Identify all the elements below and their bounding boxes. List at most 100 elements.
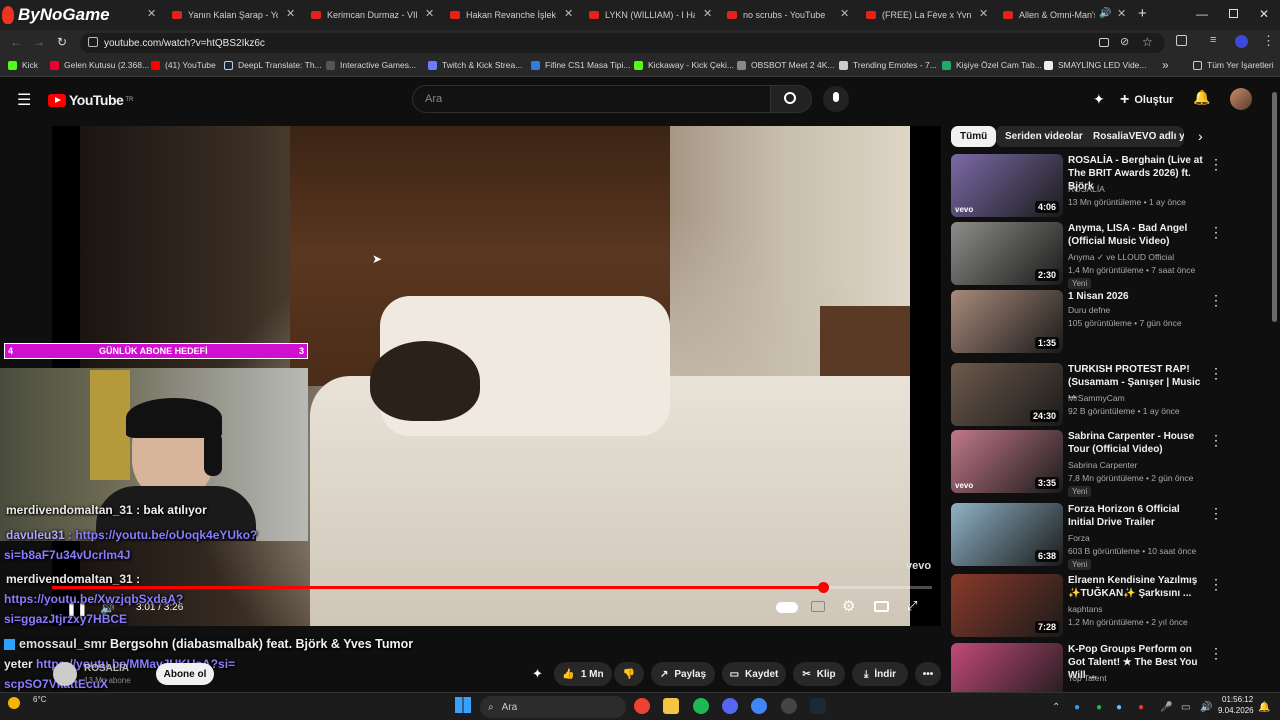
clock-date[interactable]: 9.04.2026 [1218,706,1254,715]
network-icon[interactable]: ▭ [1181,702,1190,713]
video-thumbnail[interactable]: 1:35 [951,290,1063,353]
tab-7[interactable]: Allen & Omni-Man's [1003,4,1095,26]
search-input[interactable]: Ara [412,85,770,113]
clock-time[interactable]: 01:56:12 [1222,695,1253,704]
bookmark-item[interactable]: Kick [8,60,38,70]
chrome-profile-icon[interactable] [751,698,767,714]
channel-name[interactable]: kaphtans [1068,604,1103,614]
tab-close-icon[interactable]: ✕ [286,8,295,20]
download-button[interactable]: ⤓ İndir [852,662,908,686]
back-icon[interactable]: ← [10,35,22,49]
save-button[interactable]: ▭ Kaydet [722,662,786,686]
address-bar[interactable]: youtube.com/watch?v=htQBS2Ikz6c ⊘ ☆ [80,33,1165,53]
bookmark-item[interactable]: Kişiye Özel Cam Tab... [942,60,1042,70]
notifications-icon[interactable]: 🔔 [1258,702,1270,713]
fullscreen-icon[interactable]: ⤢ [907,598,917,614]
recommended-video[interactable]: 24:30 TURKISH PROTEST RAP! (Susamam - Şan… [951,363,1256,427]
recommended-video[interactable]: 6:38 Forza Horizon 6 Official Initial Dri… [951,503,1256,570]
tab-close-icon[interactable]: ✕ [979,8,988,20]
file-explorer-icon[interactable] [663,698,679,714]
premium-join-icon[interactable]: ✦ [532,666,543,682]
bookmark-item[interactable]: Kickaway - Kick Çeki... [634,60,734,70]
new-tab-button[interactable]: + [1138,5,1147,22]
site-info-icon[interactable] [88,37,98,47]
weather-icon[interactable] [8,697,20,709]
tab-close-icon[interactable]: ✕ [840,8,849,20]
volume-tray-icon[interactable]: 🔊 [1200,702,1212,713]
tab-close-icon[interactable]: ✕ [147,8,156,20]
video-thumbnail[interactable]: vevo 4:06 [951,154,1063,217]
channel-name[interactable]: ROSALÍA [84,663,129,674]
premium-icon[interactable]: ✦ [1093,91,1105,108]
tray-app-icon[interactable]: ● [1074,702,1080,713]
more-options-icon[interactable]: ⋮ [1209,156,1223,173]
recommended-video[interactable]: vevo 4:06 ROSALÍA - Berghain (Live at The … [951,154,1256,218]
video-thumbnail[interactable]: 6:38 [951,503,1063,566]
bookmark-item[interactable]: Fifine CS1 Masa Tipi... [531,60,631,70]
tab-close-icon[interactable]: ✕ [703,8,712,20]
recommended-video[interactable]: 2:30 Anyma, LISA - Bad Angel (Official Mu… [951,222,1256,289]
tab-close-icon[interactable]: ✕ [425,8,434,20]
obs-icon[interactable] [781,698,797,714]
channel-name[interactable]: Top Talent [1068,673,1107,683]
settings-gear-icon[interactable]: ⚙ [842,597,855,615]
tray-steam-icon[interactable]: ● [1116,702,1122,713]
tray-chevron-icon[interactable]: ⌃ [1052,702,1060,713]
bookmark-item[interactable]: OBSBOT Meet 2 4K... [737,60,834,70]
bookmarks-more-button[interactable]: » [1162,58,1169,72]
chevron-right-icon[interactable]: › [1198,128,1203,144]
more-options-icon[interactable]: ⋮ [1209,292,1223,309]
more-options-icon[interactable]: ⋮ [1209,432,1223,449]
spotify-icon[interactable] [693,698,709,714]
window-close-icon[interactable]: ✕ [1259,7,1269,21]
menu-icon[interactable]: ☰ [17,90,31,110]
avatar[interactable] [1230,88,1252,110]
more-options-icon[interactable]: ⋮ [1209,576,1223,593]
progress-bar[interactable] [52,582,932,593]
chrome-icon[interactable] [634,698,650,714]
install-icon[interactable] [1099,38,1109,47]
video-title[interactable]: Elraenn Kendisine Yazılmış ✨TUĞKAN✨ Şark… [1068,574,1208,600]
channel-name[interactable]: Forza [1068,533,1090,543]
share-button[interactable]: ↗ Paylaş [651,662,715,686]
video-title[interactable]: Sabrina Carpenter - House Tour (Official… [1068,430,1208,456]
tab-2[interactable]: Kerimcan Durmaz - VIDA [311,4,417,26]
discord-icon[interactable] [722,698,738,714]
star-icon[interactable]: ☆ [1142,35,1153,49]
minimize-icon[interactable]: — [1196,7,1208,21]
extensions-icon[interactable] [1176,35,1187,46]
taskbar-search[interactable]: ⌕ Ara [480,696,626,718]
progress-scrubber[interactable] [817,582,829,593]
all-bookmarks-button[interactable]: Tüm Yer İşaretleri [1193,60,1274,70]
video-title[interactable]: 1 Nisan 2026 [1068,290,1208,303]
tray-record-icon[interactable]: ● [1138,702,1144,713]
windows-start-icon[interactable] [455,697,471,713]
bookmark-item[interactable]: DeepL Translate: Th... [224,60,322,70]
bookmark-item[interactable]: Interactive Games... [326,60,416,70]
more-options-icon[interactable]: ⋮ [1209,645,1223,662]
reload-icon[interactable]: ↻ [57,35,67,49]
video-title[interactable]: Forza Horizon 6 Official Initial Drive T… [1068,503,1208,529]
bookmark-item[interactable]: Gelen Kutusu (2.368... [50,60,149,70]
autoplay-toggle[interactable] [776,602,798,613]
tab-close-icon[interactable]: ✕ [564,8,573,20]
tab-close-icon[interactable]: ✕ [1117,8,1126,20]
bookmark-item[interactable]: Trending Emotes - 7... [839,60,937,70]
video-thumbnail[interactable]: 7:28 [951,574,1063,637]
theater-mode-icon[interactable] [874,601,889,612]
dislike-button[interactable]: 👎 [614,662,644,686]
voice-search-button[interactable] [823,86,849,112]
create-button[interactable]: + Oluştur [1120,91,1173,109]
steam-icon[interactable] [810,698,826,714]
tab-6[interactable]: (FREE) La Fève x Yvnnis ty [866,4,972,26]
bookmark-item[interactable]: SMAYLİNG LED Vide... [1044,60,1147,70]
bookmark-item[interactable]: (41) YouTube [151,60,216,70]
tray-spotify-icon[interactable]: ● [1096,702,1102,713]
speaker-icon[interactable]: 🔊 [1099,8,1111,19]
video-thumbnail[interactable]: 2:30 [951,222,1063,285]
tab-1[interactable]: Yanın Kalan Şarap - YouT [172,4,278,26]
chip-series[interactable]: Seriden videolar [996,126,1092,147]
search-button[interactable] [770,85,812,113]
like-button[interactable]: 👍 1 Mn [554,662,612,686]
video-thumbnail[interactable]: 24:30 [951,363,1063,426]
